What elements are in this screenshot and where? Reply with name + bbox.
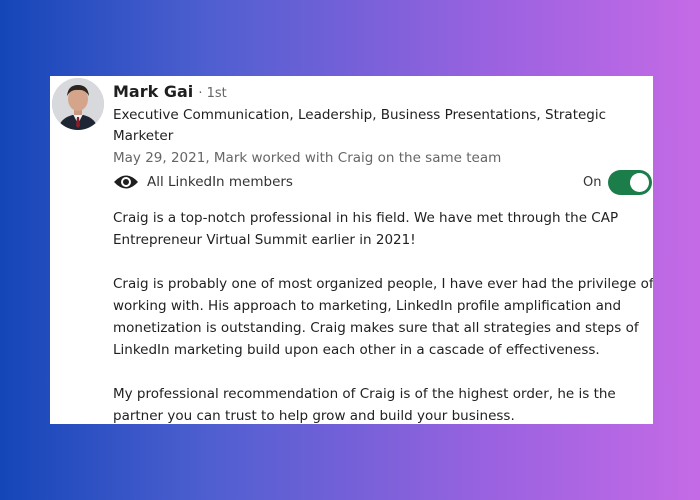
visibility-label: All LinkedIn members — [147, 174, 293, 190]
recommendation-card: Mark Gai · 1st Executive Communication, … — [50, 76, 653, 424]
author-name[interactable]: Mark Gai — [113, 82, 193, 101]
author-line: Mark Gai · 1st — [113, 82, 227, 101]
recommendation-paragraph: Craig is probably one of most organized … — [113, 276, 653, 358]
eye-icon — [114, 175, 138, 189]
recommendation-text: Craig is a top-notch professional in his… — [113, 207, 653, 424]
visibility-toggle[interactable] — [608, 170, 652, 195]
recommendation-paragraph: Craig is a top-notch professional in his… — [113, 210, 619, 248]
recommendation-meta: May 29, 2021, Mark worked with Craig on … — [113, 150, 502, 166]
author-headline: Executive Communication, Leadership, Bus… — [113, 107, 607, 144]
toggle-state-label: On — [583, 175, 602, 190]
avatar[interactable] — [52, 78, 104, 130]
connection-degree: · 1st — [198, 86, 227, 101]
toggle-knob — [630, 173, 649, 192]
visibility-setting: All LinkedIn members — [113, 173, 293, 191]
recommendation-paragraph: My professional recommendation of Craig … — [113, 386, 616, 424]
